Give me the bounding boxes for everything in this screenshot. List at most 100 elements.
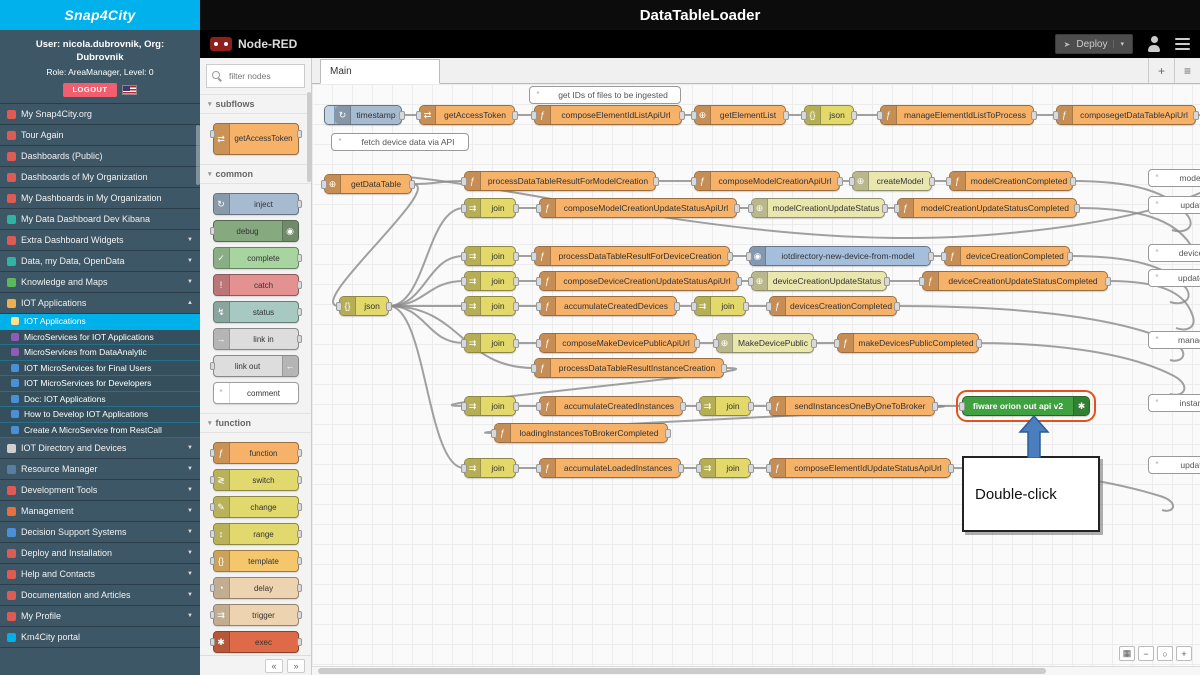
input-port[interactable] xyxy=(461,339,467,348)
input-port[interactable] xyxy=(461,302,467,311)
input-port[interactable] xyxy=(536,339,542,348)
flow-node-update[interactable]: “ update xyxy=(1148,269,1200,287)
logout-button[interactable]: LOGOUT xyxy=(63,83,117,98)
flow-node-processdatatableresultformodelcreation[interactable]: ƒ processDataTableResultForModelCreation xyxy=(461,171,659,191)
sidebar-item-documentation-and-articles[interactable]: Documentation and Articles ▼ xyxy=(0,585,200,607)
input-port[interactable] xyxy=(877,111,883,120)
palette-node-change[interactable]: ✎ change xyxy=(209,496,302,518)
output-port[interactable] xyxy=(296,130,302,138)
input-port[interactable] xyxy=(461,177,467,186)
sidebar-item-iot-applications[interactable]: IOT Applications ▲ xyxy=(0,293,200,315)
input-port[interactable] xyxy=(959,402,965,411)
palette-node-getaccesstoken[interactable]: ⇄ getAccessToken xyxy=(209,123,302,155)
output-port[interactable] xyxy=(884,277,890,286)
input-port[interactable] xyxy=(321,180,327,189)
output-port[interactable] xyxy=(948,464,954,473)
input-port[interactable] xyxy=(766,464,772,473)
sidebar-item-extra-dashboard-widgets[interactable]: Extra Dashboard Widgets ▼ xyxy=(0,230,200,252)
output-port[interactable] xyxy=(734,204,740,213)
flow-node-join[interactable]: ⇉ join xyxy=(461,198,519,218)
palette-node-catch[interactable]: ! catch xyxy=(212,274,302,296)
flow-node-processdatatableresultinstancecreation[interactable]: ƒ processDataTableResultInstanceCreation xyxy=(531,358,727,378)
flow-node-fetch-device-data-via-api[interactable]: “ fetch device data via API xyxy=(331,133,469,151)
sidebar-item-development-tools[interactable]: Development Tools ▼ xyxy=(0,480,200,502)
input-port[interactable] xyxy=(209,476,215,484)
palette-category-function[interactable]: ▾ function xyxy=(200,413,311,433)
palette-node-complete[interactable]: ✓ complete xyxy=(212,247,302,269)
flow-node-join[interactable]: ⇉ join xyxy=(696,396,754,416)
flow-node-composeelementidupdatestatusapiurl[interactable]: ƒ composeElementIdUpdateStatusApiUrl xyxy=(766,458,954,478)
output-port[interactable] xyxy=(929,177,935,186)
sidebar-item-my-profile[interactable]: My Profile ▼ xyxy=(0,606,200,628)
input-port[interactable] xyxy=(531,252,537,261)
output-port[interactable] xyxy=(694,339,700,348)
output-port[interactable] xyxy=(513,402,519,411)
palette-category-common[interactable]: ▾ common xyxy=(200,164,311,184)
output-port[interactable] xyxy=(513,277,519,286)
flow-node-join[interactable]: ⇉ join xyxy=(461,396,519,416)
palette-node-link-in[interactable]: → link in xyxy=(212,328,302,350)
sidebar-item-help-and-contacts[interactable]: Help and Contacts ▼ xyxy=(0,564,200,586)
zoom-reset-button[interactable]: ○ xyxy=(1157,646,1173,661)
input-port[interactable] xyxy=(834,339,840,348)
sidebar-item-tour-again[interactable]: Tour Again xyxy=(0,125,200,147)
flow-node-instan[interactable]: “ instan xyxy=(1148,394,1200,412)
output-port[interactable] xyxy=(296,308,302,316)
flow-node-getelementlist[interactable]: ⊕ getElementList xyxy=(691,105,789,125)
output-port[interactable] xyxy=(679,111,685,120)
output-port[interactable] xyxy=(1070,177,1076,186)
sidebar-item-dashboards-public[interactable]: Dashboards (Public) xyxy=(0,146,200,168)
flow-node-composemakedevicepublicapiurl[interactable]: ƒ composeMakeDevicePublicApiUrl xyxy=(536,333,700,353)
output-port[interactable] xyxy=(665,429,671,438)
palette-node-template[interactable]: {} template xyxy=(209,550,302,572)
input-port[interactable] xyxy=(849,177,855,186)
output-port[interactable] xyxy=(743,302,749,311)
horizontal-scrollbar[interactable] xyxy=(312,666,1200,675)
output-port[interactable] xyxy=(721,364,727,373)
flow-node-device[interactable]: “ device xyxy=(1148,244,1200,262)
flow-node-processdatatableresultfordevicecreation[interactable]: ƒ processDataTableResultForDeviceCreation xyxy=(531,246,733,266)
sidebar-item-doc-iot-applications[interactable]: Doc: IOT Applications xyxy=(0,391,200,408)
flow-node-composeelementidlistapiurl[interactable]: ƒ composeElementIdListApiUrl xyxy=(531,105,685,125)
flow-node-devicecreationupdatestatuscompleted[interactable]: ƒ deviceCreationUpdateStatusCompleted xyxy=(919,271,1111,291)
output-port[interactable] xyxy=(976,339,982,348)
palette-node-debug[interactable]: ◉ debug xyxy=(209,220,299,242)
input-port[interactable] xyxy=(209,530,215,538)
input-port[interactable] xyxy=(946,177,952,186)
palette-search-input[interactable] xyxy=(227,70,299,82)
flow-node-updat[interactable]: “ updat xyxy=(1148,196,1200,214)
input-port[interactable] xyxy=(766,402,772,411)
flow-node-accumulatecreateddevices[interactable]: ƒ accumulateCreatedDevices xyxy=(536,296,680,316)
sidebar-item-deploy-and-installation[interactable]: Deploy and Installation ▼ xyxy=(0,543,200,565)
palette-node-delay[interactable]: ◔ delay xyxy=(209,577,302,599)
output-port[interactable] xyxy=(882,204,888,213)
input-port[interactable] xyxy=(941,252,947,261)
input-port[interactable] xyxy=(894,204,900,213)
flow-node-model[interactable]: “ model xyxy=(1148,169,1200,187)
sidebar-item-microservices-for-iot-applications[interactable]: MicroServices for IOT Applications xyxy=(0,329,200,346)
flow-node-makedevicespubliccompleted[interactable]: ƒ makeDevicesPublicCompleted xyxy=(834,333,982,353)
flow-node-join[interactable]: ⇉ join xyxy=(691,296,749,316)
output-port[interactable] xyxy=(1031,111,1037,120)
sidebar-item-decision-support-systems[interactable]: Decision Support Systems ▼ xyxy=(0,522,200,544)
flow-node-fiware-orion-out-api-v2[interactable]: ✱ fiware orion out api v2 xyxy=(956,390,1096,422)
deploy-options-chevron-icon[interactable]: ▾ xyxy=(1113,40,1124,48)
sidebar-item-iot-microservices-for-final-users[interactable]: IOT MicroServices for Final Users xyxy=(0,360,200,377)
output-port[interactable] xyxy=(513,464,519,473)
output-port[interactable] xyxy=(783,111,789,120)
input-port[interactable] xyxy=(713,339,719,348)
palette-node-function[interactable]: ƒ function xyxy=(209,442,302,464)
input-port[interactable] xyxy=(748,277,754,286)
output-port[interactable] xyxy=(399,111,405,120)
palette-category-subflows[interactable]: ▾ subflows xyxy=(200,94,311,114)
us-flag-icon[interactable] xyxy=(121,85,137,96)
palette-node-status[interactable]: ↯ status xyxy=(212,301,302,323)
output-port[interactable] xyxy=(296,638,302,646)
input-port[interactable] xyxy=(536,464,542,473)
output-port[interactable] xyxy=(296,200,302,208)
output-port[interactable] xyxy=(409,180,415,189)
sidebar-item-my-data-dashboard-dev-kibana[interactable]: My Data Dashboard Dev Kibana xyxy=(0,209,200,231)
input-port[interactable] xyxy=(536,402,542,411)
flow-node-composemodelcreationupdatestatusapiurl[interactable]: ƒ composeModelCreationUpdateStatusApiUrl xyxy=(536,198,740,218)
input-port[interactable] xyxy=(691,111,697,120)
